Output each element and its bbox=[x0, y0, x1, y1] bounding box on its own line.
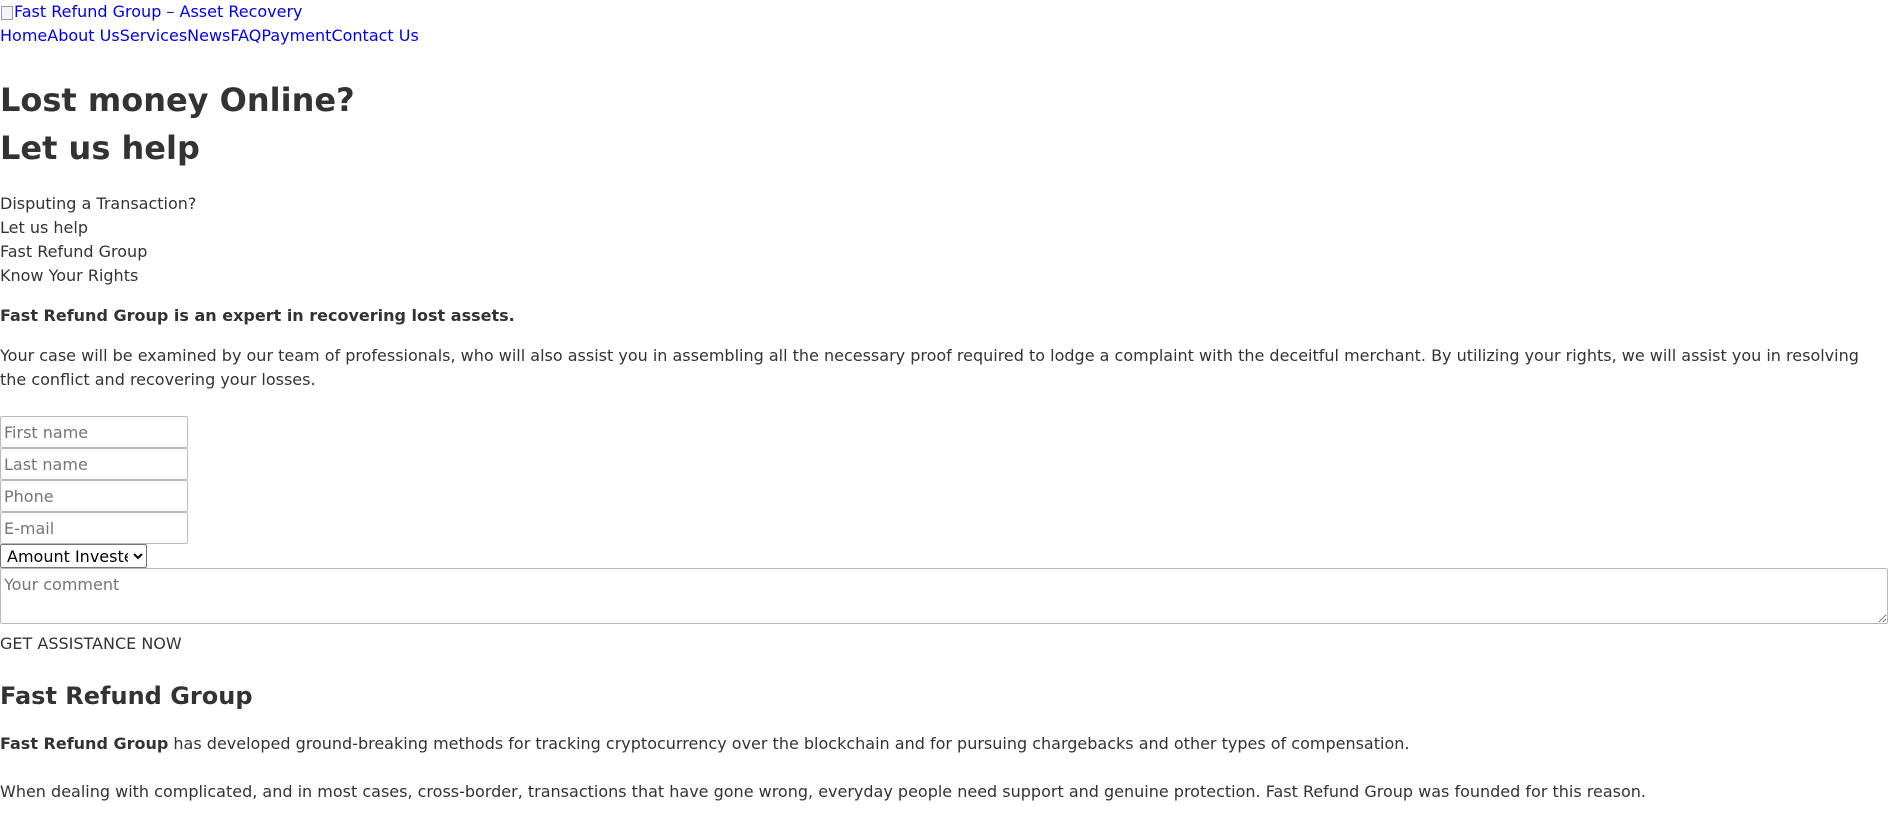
about-heading: Fast Refund Group bbox=[0, 682, 253, 710]
hero-title-line1: Lost money Online? bbox=[0, 81, 355, 119]
nav-faq[interactable]: FAQ bbox=[230, 24, 261, 48]
tagline-let-us-help: Let us help bbox=[0, 218, 88, 237]
logo-link[interactable]: Fast Refund Group – Asset Recovery bbox=[0, 0, 1888, 24]
tagline-know-your-rights: Know Your Rights bbox=[0, 266, 139, 285]
page: Fast Refund Group – Asset Recovery Home … bbox=[0, 0, 1888, 804]
about-paragraph-2: When dealing with complicated, and in mo… bbox=[0, 782, 1646, 801]
hero-title: Lost money Online? Let us help bbox=[0, 76, 1888, 172]
about-paragraph-1: Fast Refund Group has developed ground-b… bbox=[0, 732, 1888, 756]
tagline-fast-refund-group: Fast Refund Group bbox=[0, 242, 148, 261]
hero-taglines: Disputing a Transaction? Let us help Fas… bbox=[0, 192, 1888, 288]
nav-services[interactable]: Services bbox=[120, 24, 187, 48]
assistance-form: Amount Invested GET ASSISTANCE NOW bbox=[0, 416, 1888, 660]
amount-invested-select[interactable]: Amount Invested bbox=[0, 544, 147, 568]
tagline-disputing: Disputing a Transaction? bbox=[0, 194, 197, 213]
comment-textarea[interactable] bbox=[0, 568, 1888, 624]
main-nav: Home About Us Services News FAQ Payment … bbox=[0, 24, 1888, 48]
broken-image-icon bbox=[0, 4, 14, 20]
hero-title-line2: Let us help bbox=[0, 129, 200, 167]
first-name-input[interactable] bbox=[0, 416, 188, 448]
nav-contact-us[interactable]: Contact Us bbox=[331, 24, 418, 48]
email-input[interactable] bbox=[0, 512, 188, 544]
get-assistance-button[interactable]: GET ASSISTANCE NOW bbox=[0, 628, 1888, 660]
phone-input[interactable] bbox=[0, 480, 188, 512]
expert-statement: Fast Refund Group is an expert in recove… bbox=[0, 306, 515, 325]
last-name-input[interactable] bbox=[0, 448, 188, 480]
nav-home[interactable]: Home bbox=[0, 24, 47, 48]
about-paragraph-1-rest: has developed ground-breaking methods fo… bbox=[168, 734, 1410, 753]
logo-alt-text: Fast Refund Group – Asset Recovery bbox=[14, 2, 303, 21]
nav-about-us[interactable]: About Us bbox=[47, 24, 119, 48]
intro-paragraph: Your case will be examined by our team o… bbox=[0, 346, 1859, 389]
about-paragraph-1-bold: Fast Refund Group bbox=[0, 734, 169, 753]
nav-payment[interactable]: Payment bbox=[261, 24, 331, 48]
nav-news[interactable]: News bbox=[187, 24, 230, 48]
